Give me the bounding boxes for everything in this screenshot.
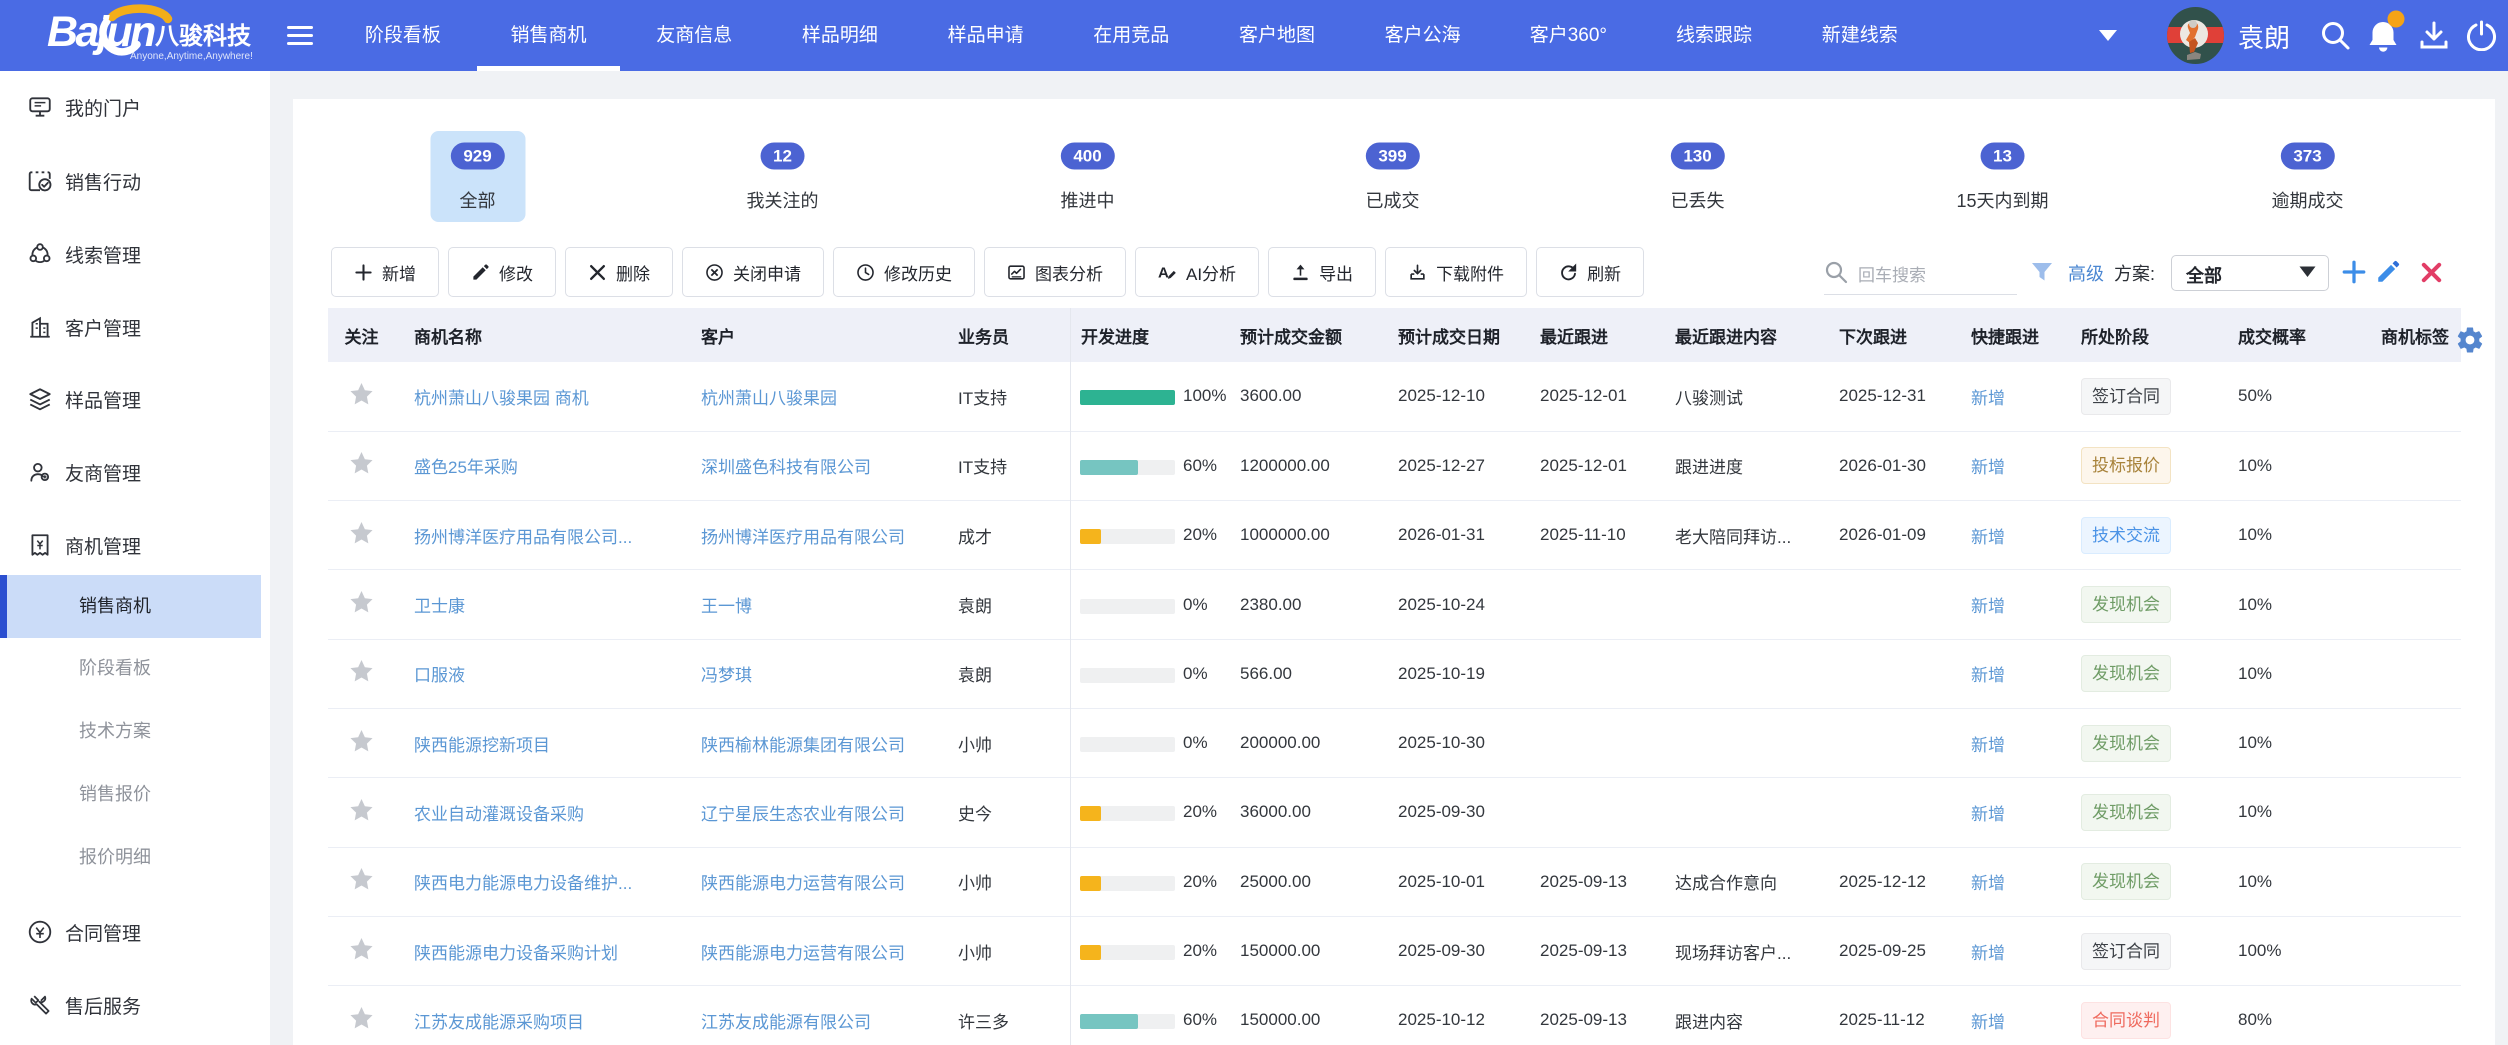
svg-text:Bajun: Bajun [47,8,155,56]
svg-text:八骏科技: 八骏科技 [155,22,252,50]
svg-text:Anyone,Anytime,Anywhere!: Anyone,Anytime,Anywhere! [130,51,253,62]
svg-text:A: A [1158,264,1169,281]
